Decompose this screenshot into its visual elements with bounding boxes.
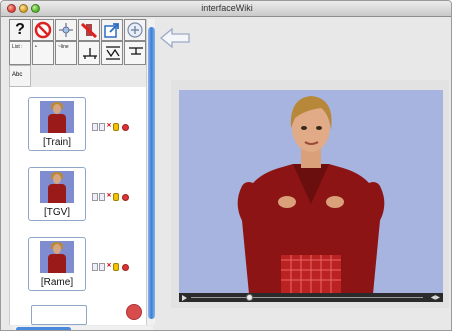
hand-right-icon[interactable] [99,193,105,201]
network-icon [106,46,120,60]
strike-icon [80,22,98,39]
play-icon[interactable] [182,295,187,301]
record-icon[interactable] [122,263,129,271]
sign-thumbnail [40,171,74,203]
list-button[interactable]: List : [9,41,31,65]
hands-button[interactable] [55,19,77,41]
sign-controls-train: ✕ [92,123,130,131]
hand-left-icon[interactable] [92,193,98,201]
window-title: interfaceWiki [201,3,253,13]
video-panel: ◀▶ [171,80,449,308]
horizontal-scrollbar[interactable] [13,326,153,330]
secondary-toolbar: List : • ~line [9,41,147,65]
hand-right-icon[interactable] [99,123,105,131]
record-icon[interactable] [122,123,129,131]
sign-thumbnail [40,101,74,133]
list-label: List : [12,44,23,50]
structure-tool-1[interactable] [78,41,100,65]
help-button[interactable]: ? [9,19,31,41]
plus-circle-icon [127,22,143,38]
sub-tool-2-label: ~line [58,44,69,50]
left-arrow-icon [159,27,190,49]
app-window: interfaceWiki ? List: • ~line Abc [Trai… [0,0,452,331]
hand-right-icon[interactable] [99,263,105,271]
hand-left-icon[interactable] [92,123,98,131]
add-button[interactable] [124,19,146,41]
new-sign-slot[interactable] [31,305,87,325]
progress-knob[interactable] [246,294,253,301]
sign-thumbnail [40,241,74,273]
player-controls: ◀▶ [179,293,443,302]
no-entry-icon [34,21,52,39]
remove-icon[interactable]: ✕ [106,123,112,131]
sign-controls-rame: ✕ [92,263,130,271]
sign-label: [Rame] [40,277,74,288]
favorite-icon[interactable] [113,263,119,271]
avatar-video[interactable] [179,90,443,294]
volume-icon[interactable]: ◀▶ [431,295,440,301]
sign-controls-tgv: ✕ [92,193,130,201]
horizontal-scrollbar-thumb[interactable] [16,327,71,330]
sub-tool-2[interactable]: ~line [55,41,77,65]
progress-track[interactable] [191,297,423,298]
signing-avatar [179,90,443,294]
record-new-sign-button[interactable] [126,304,142,320]
tree-icon [83,48,97,59]
sign-card-train[interactable]: [Train] [28,97,86,151]
abc-label: Abc [12,72,23,78]
delete-sign-button[interactable] [78,19,100,41]
title-bar: interfaceWiki [1,1,451,17]
sign-card-rame[interactable]: [Rame] [28,237,86,291]
branch-icon [129,47,143,55]
sub-tool-1-label: • [35,44,37,50]
sign-card-tgv[interactable]: [TGV] [28,167,86,221]
export-icon [104,23,119,38]
hands-icon [59,23,73,37]
sub-tool-1[interactable]: • [32,41,54,65]
sign-label: [TGV] [43,207,71,218]
favorite-icon[interactable] [113,123,119,131]
remove-icon[interactable]: ✕ [106,263,112,271]
hand-left-icon[interactable] [92,263,98,271]
remove-icon[interactable]: ✕ [106,193,112,201]
favorite-icon[interactable] [113,193,119,201]
record-icon[interactable] [122,193,129,201]
sign-list-scrollbar[interactable] [146,19,155,325]
text-tool-button[interactable]: Abc [9,65,31,87]
structure-tool-2[interactable] [101,41,123,65]
no-entry-button[interactable] [32,19,54,41]
scrollbar-thumb[interactable] [148,27,155,319]
export-button[interactable] [101,19,123,41]
help-label: ? [15,21,25,38]
main-toolbar: ? [9,19,147,41]
sign-label: [Train] [43,137,71,148]
structure-tool-3[interactable] [124,41,146,65]
